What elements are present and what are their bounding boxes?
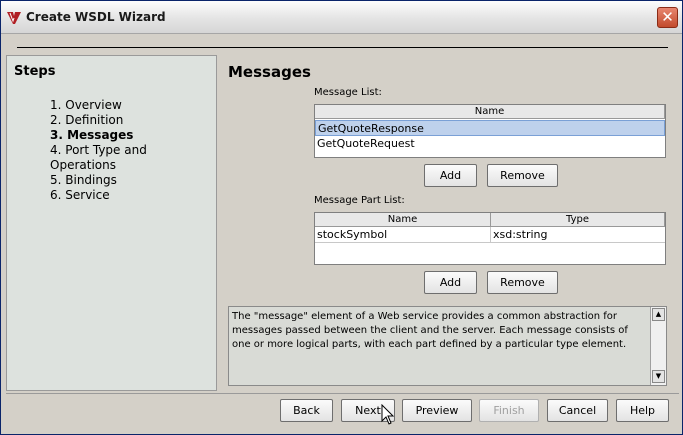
steps-list: 1. Overview 2. Definition 3. Messages 4.… [50, 98, 216, 203]
step-definition: 2. Definition [50, 113, 124, 127]
cancel-button[interactable]: Cancel [547, 399, 608, 422]
part-cell-type[interactable]: xsd:string [491, 227, 665, 243]
steps-panel: Steps 1. Overview 2. Definition 3. Messa… [6, 55, 217, 391]
scroll-down-icon[interactable]: ▼ [652, 370, 665, 383]
scroll-up-icon[interactable]: ▲ [652, 308, 665, 321]
step-bindings: 5. Bindings [50, 173, 117, 187]
close-icon: ✕ [661, 8, 674, 26]
wizard-window: Create WSDL Wizard ✕ Steps 1. Overview 2… [0, 0, 683, 435]
part-header-name[interactable]: Name [315, 213, 491, 227]
message-row-getquoterequest[interactable]: GetQuoteRequest [315, 136, 665, 152]
message-list-header-name[interactable]: Name [315, 105, 665, 119]
part-cell-name[interactable]: stockSymbol [315, 227, 491, 243]
mouse-pointer-icon [381, 404, 395, 425]
footer-divider [6, 393, 679, 394]
page-title: Messages [228, 63, 311, 81]
remove-part-button[interactable]: Remove [487, 271, 558, 294]
step-overview: 1. Overview [50, 98, 122, 112]
wizard-app-icon [7, 12, 21, 24]
add-message-button[interactable]: Add [424, 164, 477, 187]
message-part-table[interactable]: Name Type stockSymbol xsd:string [314, 212, 666, 265]
remove-message-button[interactable]: Remove [487, 164, 558, 187]
step-messages: 3. Messages [50, 128, 134, 142]
step-service: 6. Service [50, 188, 110, 202]
description-box[interactable]: The "message" element of a Web service p… [228, 306, 667, 386]
part-header-type[interactable]: Type [491, 213, 665, 227]
steps-title: Steps [14, 64, 56, 79]
add-part-button[interactable]: Add [424, 271, 477, 294]
description-text: The "message" element of a Web service p… [232, 311, 628, 350]
window-title: Create WSDL Wizard [26, 10, 166, 24]
description-scrollbar[interactable]: ▲ ▼ [650, 307, 666, 385]
step-port-type: 4. Port Type and Operations [50, 143, 147, 172]
message-list-table[interactable]: Name GetQuoteResponse GetQuoteRequest [314, 104, 666, 158]
back-button[interactable]: Back [280, 399, 333, 422]
help-button[interactable]: Help [616, 399, 669, 422]
message-row-getquoteresponse[interactable]: GetQuoteResponse [315, 120, 665, 136]
title-bar: Create WSDL Wizard ✕ [1, 1, 682, 34]
header-divider [17, 47, 668, 48]
close-button[interactable]: ✕ [657, 7, 678, 28]
preview-button[interactable]: Preview [402, 399, 472, 422]
message-part-list-label: Message Part List: [314, 195, 405, 206]
message-list-label: Message List: [314, 87, 382, 98]
finish-button[interactable]: Finish [479, 399, 539, 422]
